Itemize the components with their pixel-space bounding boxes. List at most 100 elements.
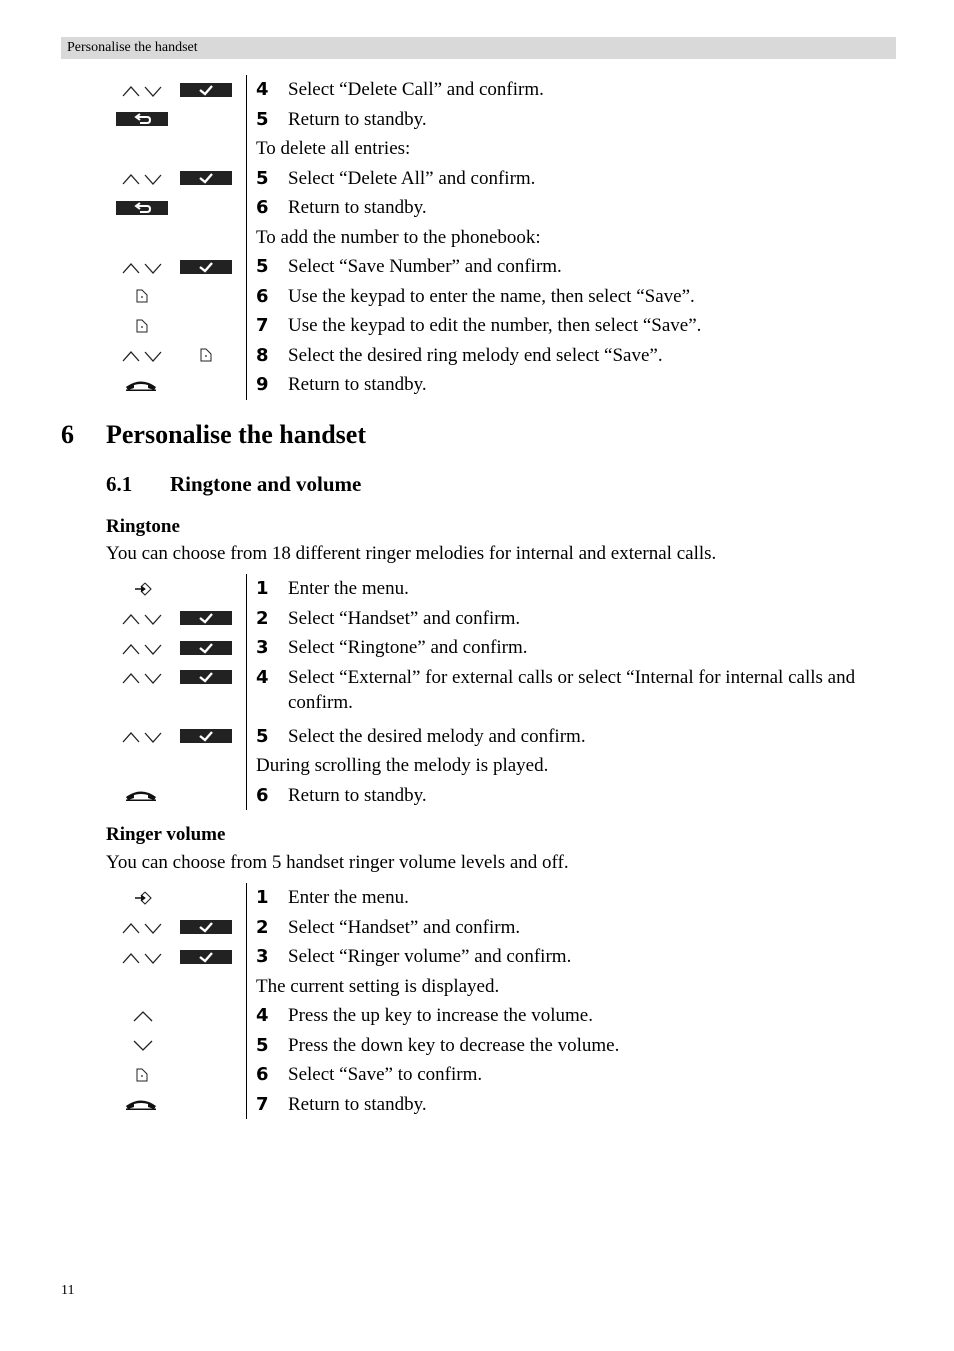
step-key-icons <box>106 134 246 164</box>
step-number: 5 <box>256 167 269 189</box>
step-key-icons <box>106 781 246 811</box>
section-title: Personalise the handset <box>106 420 366 449</box>
divider-line <box>246 340 247 370</box>
softkey-icon <box>136 1068 148 1082</box>
up-down-keys-icon <box>122 952 162 964</box>
ok-key-icon <box>180 640 232 655</box>
step-key-icons <box>106 282 246 312</box>
running-header: Personalise the handset <box>61 37 896 59</box>
ok-key-icon <box>180 949 232 964</box>
step-text: Select the desired melody and confirm. <box>288 725 586 747</box>
step-key-icons <box>106 1090 246 1120</box>
step-key-icons <box>106 972 246 1002</box>
step-number: 3 <box>256 946 269 967</box>
step-key-icons <box>106 341 246 371</box>
step-number: 5 <box>256 725 269 747</box>
ringtone-intro: You can choose from 18 different ringer … <box>106 543 717 564</box>
step-text: Select “Save” to confirm. <box>288 1064 483 1085</box>
step-text: Return to standby. <box>288 108 427 130</box>
step-key-icons <box>106 1001 246 1031</box>
step-key-icons <box>106 574 246 604</box>
divider-line <box>246 104 247 134</box>
hang-up-key-icon <box>126 791 156 802</box>
step-text: Press the down key to decrease the volum… <box>288 1034 620 1056</box>
step-number: 5 <box>256 1034 269 1056</box>
up-key-icon <box>133 1010 153 1022</box>
divider-line <box>246 134 247 164</box>
section-heading: 6 Personalise the handset <box>61 420 366 450</box>
menu-key-icon <box>135 582 152 596</box>
divider-line <box>246 311 247 341</box>
step-key-icons <box>106 105 246 135</box>
up-down-keys-icon <box>122 923 162 935</box>
divider-line <box>246 574 247 604</box>
volume-heading: Ringer volume <box>106 824 226 845</box>
volume-intro: You can choose from 5 handset ringer vol… <box>106 852 569 873</box>
step-number: 4 <box>256 1005 269 1026</box>
divider-line <box>246 1030 247 1060</box>
step-text: Use the keypad to edit the number, then … <box>288 315 702 336</box>
step-key-icons <box>106 1060 246 1090</box>
divider-line <box>246 370 247 400</box>
up-down-keys-icon <box>122 643 162 655</box>
up-down-keys-icon <box>122 262 162 274</box>
step-key-icons <box>106 311 246 341</box>
step-text: Select “Ringer volume” and confirm. <box>288 946 572 967</box>
divider-line <box>246 780 247 810</box>
subsection-heading: 6.1 Ringtone and volume <box>106 472 361 497</box>
step-text: Select “External” for external calls or … <box>288 666 856 688</box>
back-key-icon <box>116 200 168 215</box>
softkey-icon <box>136 319 148 333</box>
step-text: Return to standby. <box>288 1093 427 1115</box>
up-down-keys-icon <box>122 614 162 626</box>
up-down-keys-icon <box>122 85 162 97</box>
divider-line <box>246 633 247 663</box>
subsection-title: Ringtone and volume <box>170 472 362 496</box>
up-down-keys-icon <box>122 351 162 363</box>
divider-line <box>246 721 247 751</box>
divider-line <box>246 751 247 781</box>
step-note-text: To delete all entries: <box>256 138 411 159</box>
step-number: 1 <box>256 887 269 908</box>
section-number: 6 <box>61 420 74 449</box>
ok-key-icon <box>180 82 232 97</box>
step-number: 9 <box>256 374 269 395</box>
step-number: 6 <box>256 285 269 307</box>
ok-key-icon <box>180 729 232 744</box>
step-key-icons <box>106 193 246 223</box>
step-number: 2 <box>256 607 269 629</box>
ok-key-icon <box>180 920 232 935</box>
subsection-number: 6.1 <box>106 472 133 496</box>
step-number: 5 <box>256 256 269 277</box>
step-number: 5 <box>256 108 269 130</box>
up-down-keys-icon <box>122 732 162 744</box>
ok-key-icon <box>180 259 232 274</box>
up-down-keys-icon <box>122 174 162 186</box>
step-key-icons <box>106 252 246 282</box>
step-key-icons <box>106 722 246 752</box>
step-key-icons <box>106 633 246 663</box>
divider-line <box>246 1001 247 1031</box>
divider-line <box>246 1060 247 1090</box>
page-number: 11 <box>61 1283 75 1298</box>
menu-key-icon <box>135 891 152 905</box>
step-key-icons <box>106 370 246 400</box>
divider-line <box>246 222 247 252</box>
step-number: 4 <box>256 666 269 688</box>
divider-line <box>246 603 247 633</box>
divider-line <box>246 252 247 282</box>
hang-up-key-icon <box>126 1100 156 1111</box>
step-key-icons <box>106 751 246 781</box>
step-text: Enter the menu. <box>288 578 409 599</box>
step-text: Select “Delete Call” and confirm. <box>288 79 544 100</box>
step-number: 7 <box>256 1093 269 1115</box>
step-number: 6 <box>256 197 269 218</box>
down-key-icon <box>133 1040 153 1052</box>
step-number: 4 <box>256 79 269 100</box>
step-text: Return to standby. <box>288 374 427 395</box>
step-note-text: The current setting is displayed. <box>256 975 500 997</box>
step-note-text: During scrolling the melody is played. <box>256 755 549 776</box>
softkey-icon <box>136 289 148 303</box>
step-number: 6 <box>256 784 269 806</box>
step-key-icons <box>106 1031 246 1061</box>
